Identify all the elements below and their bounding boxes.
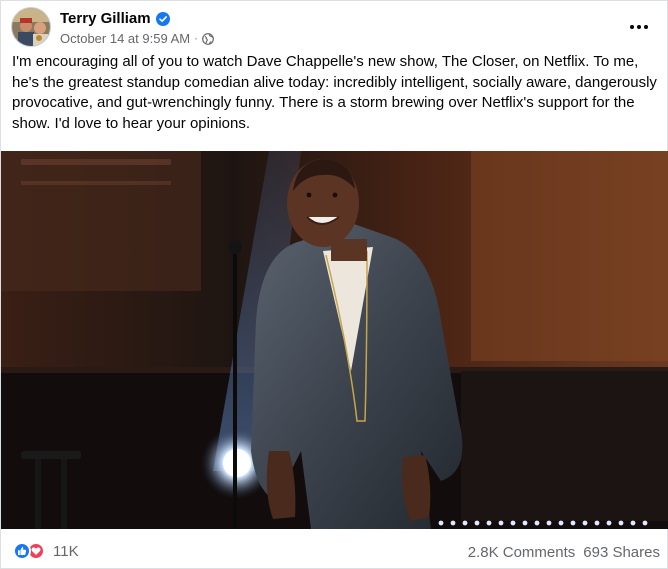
engagement-bar: 11K 2.8K Comments 693 Shares: [1, 529, 668, 569]
post-stats: 2.8K Comments 693 Shares: [468, 544, 660, 561]
globe-icon[interactable]: [201, 32, 214, 45]
author-name[interactable]: Terry Gilliam: [60, 10, 151, 27]
reactions-summary[interactable]: 11K: [13, 542, 79, 560]
verified-badge-icon: [155, 11, 170, 26]
comments-count-link[interactable]: 2.8K Comments: [468, 544, 576, 561]
reactions-count: 11K: [53, 542, 79, 560]
facebook-post: Terry Gilliam October 14 at 9:59 AM · I'…: [0, 0, 668, 569]
shares-count-link[interactable]: 693 Shares: [583, 544, 660, 561]
post-header: Terry Gilliam October 14 at 9:59 AM ·: [11, 7, 661, 51]
comedian-on-stage-photo[interactable]: [1, 151, 668, 529]
like-icon: [13, 542, 31, 560]
post-meta: October 14 at 9:59 AM ·: [60, 31, 214, 46]
author-avatar[interactable]: [11, 7, 51, 47]
post-timestamp[interactable]: October 14 at 9:59 AM: [60, 31, 190, 46]
author-line: Terry Gilliam: [60, 10, 170, 27]
meta-separator: ·: [194, 32, 198, 45]
more-options-icon[interactable]: [623, 13, 655, 41]
post-caption: I'm encouraging all of you to watch Dave…: [12, 53, 657, 132]
